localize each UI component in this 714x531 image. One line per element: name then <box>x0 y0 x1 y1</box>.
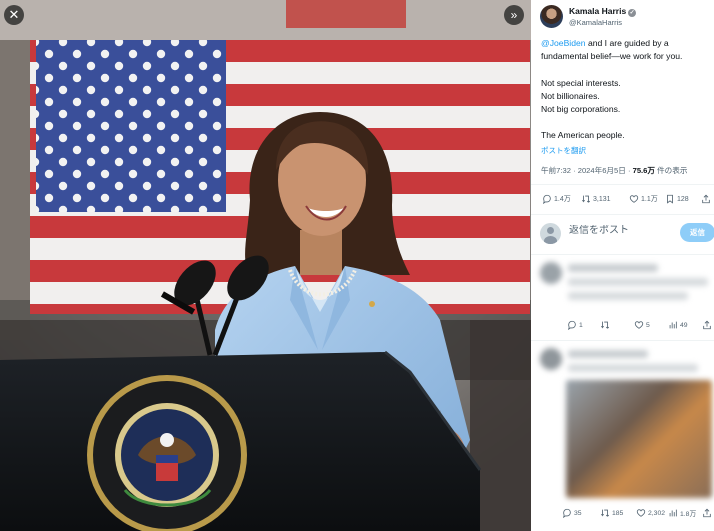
view-count: 75.6万 <box>632 166 655 175</box>
blurred-image <box>566 380 712 498</box>
author-name[interactable]: Kamala Harris ✓ <box>569 6 637 17</box>
like-count: 5 <box>646 321 650 329</box>
blurred-avatar <box>540 348 562 370</box>
post-line-5: Not big corporations. <box>541 104 621 114</box>
views-action[interactable]: 1.8万 <box>668 508 696 518</box>
like-action[interactable]: 2,302 <box>636 508 665 518</box>
share-action[interactable] <box>701 194 711 204</box>
post-actions: 1.4万 3,131 1.1万 128 <box>539 194 711 206</box>
author-avatar[interactable] <box>540 5 563 28</box>
expand-icon[interactable]: » <box>504 5 524 25</box>
repost-count: 185 <box>612 509 624 517</box>
reply-actions: 1 5 49 <box>540 320 712 332</box>
post-line-2: fundamental belief—we work for you. <box>541 51 683 62</box>
user-avatar <box>540 223 561 244</box>
share-icon <box>702 194 710 204</box>
heart-icon <box>629 195 639 203</box>
author-handle[interactable]: @KamalaHarris <box>569 18 622 27</box>
reply-action[interactable]: 1.4万 <box>542 194 571 204</box>
view-suffix: 件の表示 <box>654 166 688 175</box>
views-action[interactable]: 49 <box>668 320 688 330</box>
reply-item[interactable]: 1 5 49 <box>540 258 712 338</box>
reply-actions: 35 185 2,302 1.8万 <box>540 508 712 520</box>
blurred-text <box>568 278 708 286</box>
post-meta: 午前7:32 · 2024年6月5日 · 75.6万 件の表示 <box>541 165 687 176</box>
views-count: 49 <box>680 321 688 329</box>
bookmark-icon <box>667 194 673 204</box>
author-header: Kamala Harris ✓ @KamalaHarris <box>540 5 710 29</box>
reply-action[interactable]: 1 <box>567 320 583 330</box>
mention-link[interactable]: @JoeBiden <box>541 38 586 48</box>
media-viewer: ✕ » <box>0 0 531 531</box>
blurred-text <box>568 364 698 372</box>
presidential-seal <box>87 375 247 531</box>
reply-button[interactable]: 返信 <box>680 223 714 242</box>
divider <box>531 340 714 341</box>
divider <box>531 214 714 215</box>
reply-input[interactable] <box>569 225 669 236</box>
share-action[interactable] <box>702 320 712 330</box>
post-detail-panel: Kamala Harris ✓ @KamalaHarris @JoeBiden a… <box>531 0 714 531</box>
like-count: 1.1万 <box>641 196 658 203</box>
views-icon <box>669 321 677 329</box>
bookmark-action[interactable]: 128 <box>665 194 689 204</box>
share-icon <box>703 320 711 330</box>
repost-action[interactable] <box>600 320 612 330</box>
divider <box>531 184 714 185</box>
share-action[interactable] <box>702 508 712 518</box>
repost-count: 3,131 <box>593 195 611 203</box>
reply-count: 35 <box>574 509 582 517</box>
reply-item[interactable]: 35 185 2,302 1.8万 <box>540 344 712 531</box>
verified-icon: ✓ <box>628 9 637 17</box>
share-icon <box>703 508 711 518</box>
translate-link[interactable]: ポストを翻訳 <box>541 145 586 156</box>
blurred-text <box>568 292 688 300</box>
photo <box>0 0 531 531</box>
repost-action[interactable]: 3,131 <box>581 194 611 204</box>
views-icon <box>669 509 677 517</box>
post-text: @JoeBiden and I are guided by a fundamen… <box>541 37 709 143</box>
like-action[interactable]: 5 <box>634 320 650 330</box>
blurred-avatar <box>540 262 562 284</box>
reply-icon <box>568 320 576 330</box>
author-name-text[interactable]: Kamala Harris <box>569 6 626 16</box>
bookmark-count: 128 <box>677 195 689 203</box>
reply-composer: 返信 <box>540 222 714 244</box>
post-line-4: Not billionaires. <box>541 90 600 101</box>
repost-icon <box>600 509 610 517</box>
reply-icon <box>563 508 571 518</box>
reply-count: 1 <box>579 321 583 329</box>
post-line-6: The American people. <box>541 130 625 141</box>
blurred-text <box>568 350 648 358</box>
heart-icon <box>636 509 646 517</box>
post-timestamp[interactable]: 午前7:32 · 2024年6月5日 · <box>541 166 633 175</box>
blurred-text <box>568 264 658 272</box>
post-line-3: Not special interests. <box>541 77 621 88</box>
reply-count: 1.4万 <box>554 196 571 203</box>
reply-action[interactable]: 35 <box>562 508 582 518</box>
views-count: 1.8万 <box>680 511 697 518</box>
reply-icon <box>543 194 551 204</box>
close-icon[interactable]: ✕ <box>4 5 24 25</box>
divider <box>531 254 714 255</box>
post-line-1: and I are guided by a <box>585 38 669 48</box>
like-count: 2,302 <box>648 509 666 517</box>
repost-action[interactable]: 185 <box>600 508 623 518</box>
repost-icon <box>600 321 610 329</box>
repost-icon <box>581 195 591 203</box>
like-action[interactable]: 1.1万 <box>629 194 658 204</box>
heart-icon <box>634 321 644 329</box>
